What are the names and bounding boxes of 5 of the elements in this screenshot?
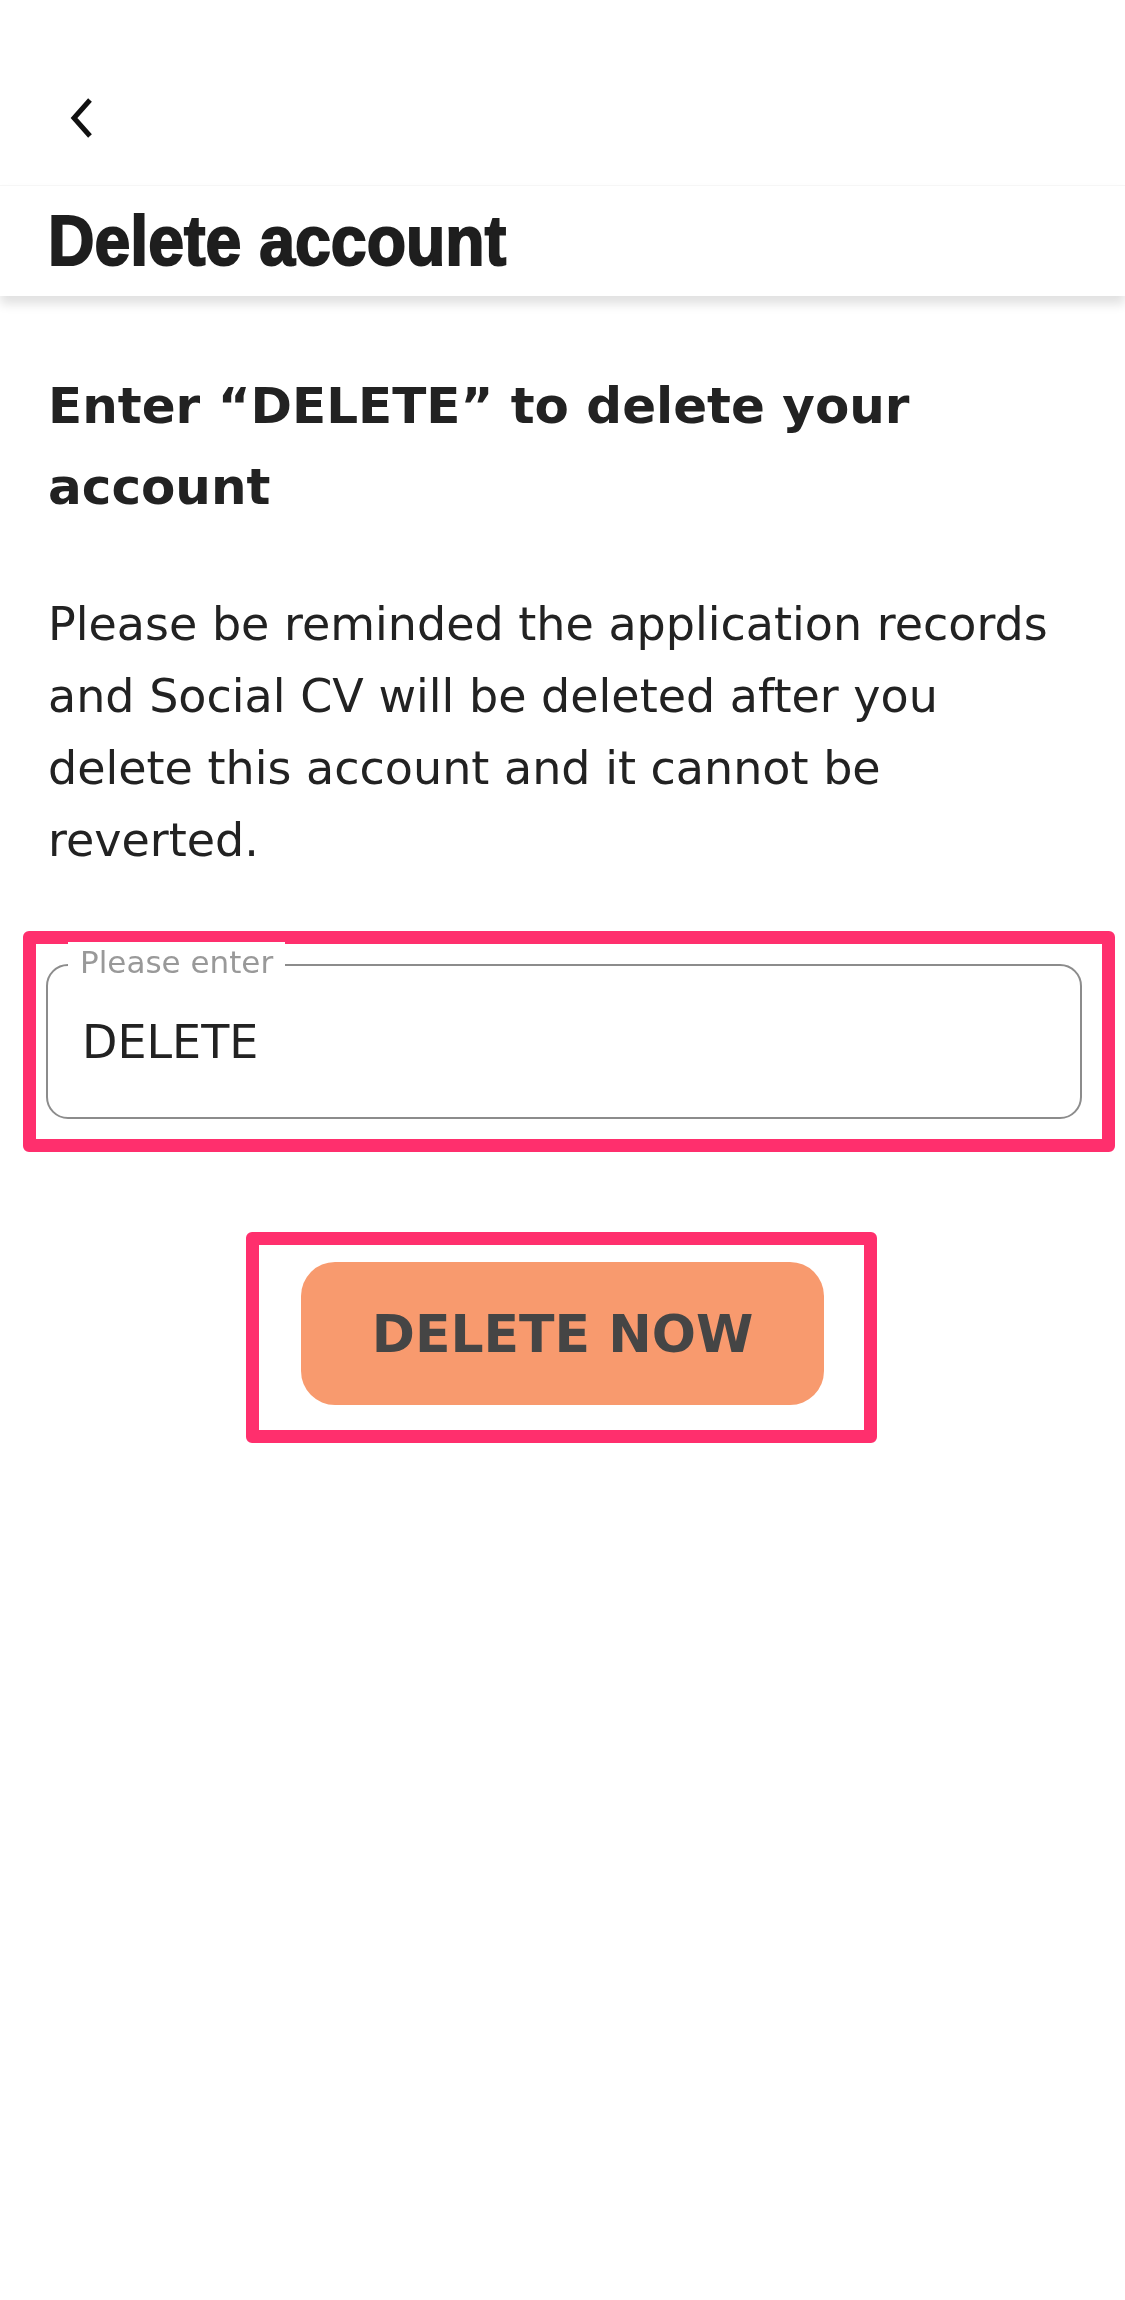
back-icon (70, 97, 94, 138)
section-heading: Enter “DELETE” to delete your account (48, 376, 911, 518)
page-title: Delete account (48, 201, 507, 281)
warning-message: Please be reminded the application records and Social CV will be deleted after you delete this account and it cannot be reverted. (48, 596, 1049, 869)
delete-now-button[interactable]: DELETE NOW (301, 1262, 824, 1405)
